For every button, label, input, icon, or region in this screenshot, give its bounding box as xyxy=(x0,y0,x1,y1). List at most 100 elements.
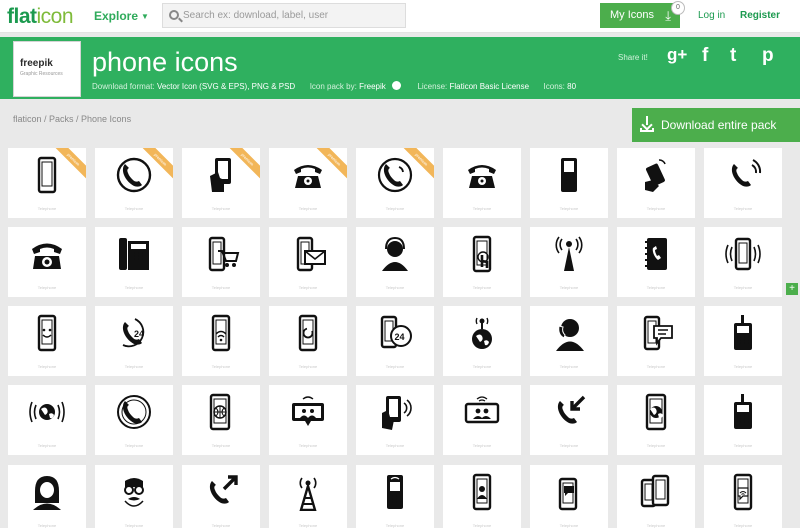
icon-card[interactable]: Telephone xyxy=(704,148,782,218)
phone-globe-icon xyxy=(202,393,240,431)
pack-author-link[interactable]: Freepik xyxy=(359,82,386,91)
mobile-contact-icon xyxy=(463,473,501,511)
brand-tagline: Graphic Resources xyxy=(20,71,63,77)
icons-count-value: 80 xyxy=(567,82,577,91)
icon-card[interactable]: Telephone xyxy=(530,227,608,297)
license-link[interactable]: Flaticon Basic License xyxy=(449,82,529,91)
incoming-call-icon xyxy=(550,393,588,431)
icon-card[interactable]: Telephone premium xyxy=(182,148,260,218)
facebook-icon[interactable]: f xyxy=(702,45,708,67)
icon-card[interactable]: Telephone xyxy=(704,385,782,455)
icon-card[interactable]: 24 Telephone xyxy=(356,306,434,376)
breadcrumb[interactable]: flaticon / Packs / Phone Icons xyxy=(13,114,131,124)
search-bar xyxy=(162,3,406,28)
icon-card[interactable]: Telephone xyxy=(269,385,347,455)
svg-text:24: 24 xyxy=(134,329,144,339)
icon-card[interactable]: Telephone xyxy=(269,306,347,376)
my-icons-button[interactable]: My Icons ⤓ 0 xyxy=(600,1,685,28)
icon-card[interactable]: Telephone xyxy=(95,465,173,528)
icon-card[interactable]: Telephone xyxy=(8,227,86,297)
old-telephone-icon xyxy=(289,156,327,194)
walkie-talkie-icon xyxy=(724,314,762,352)
icon-card[interactable]: Telephone xyxy=(95,385,173,455)
icon-card[interactable]: Telephone xyxy=(617,227,695,297)
icon-card-label: Telephone xyxy=(124,285,144,290)
icon-card[interactable]: Telephone xyxy=(704,306,782,376)
icon-card[interactable]: Telephone xyxy=(8,465,86,528)
icon-card[interactable]: Telephone xyxy=(182,465,260,528)
format-value: Vector Icon (SVG & EPS), PNG & PSD xyxy=(156,82,296,91)
mobile-signal-icon xyxy=(376,473,414,511)
icon-card[interactable]: Telephone xyxy=(617,148,695,218)
icon-card[interactable]: Telephone xyxy=(95,227,173,297)
icon-card[interactable]: Telephone xyxy=(356,385,434,455)
nerd-face-icon xyxy=(115,473,153,511)
call-center-woman-icon xyxy=(28,473,66,511)
phone-wifi-speech-icon xyxy=(724,473,762,511)
icon-card[interactable]: Telephone xyxy=(182,385,260,455)
icon-card[interactable]: Telephone xyxy=(530,385,608,455)
icon-card[interactable]: Telephone premium xyxy=(356,148,434,218)
icon-card-label: Telephone xyxy=(37,443,57,448)
icon-card-label: Telephone xyxy=(385,206,405,211)
icon-card[interactable]: Telephone premium xyxy=(95,148,173,218)
license-icon xyxy=(391,81,401,90)
icon-card[interactable]: Telephone premium xyxy=(8,148,86,218)
icon-card[interactable]: Telephone xyxy=(617,306,695,376)
icon-card[interactable]: Telephone xyxy=(443,148,521,218)
search-input[interactable] xyxy=(183,7,401,24)
search-icon[interactable] xyxy=(169,10,179,20)
icon-card-label: Telephone xyxy=(559,364,579,369)
icon-card[interactable]: Telephone xyxy=(443,306,521,376)
icon-card[interactable]: Telephone xyxy=(530,465,608,528)
icon-card-label: Telephone xyxy=(733,206,753,211)
pinterest-icon[interactable]: p xyxy=(762,45,774,67)
freepik-brand-logo[interactable]: freepik Graphic Resources xyxy=(13,41,81,97)
icon-card[interactable]: Telephone xyxy=(269,465,347,528)
icon-card[interactable]: Telephone xyxy=(617,385,695,455)
download-pack-button[interactable]: Download entire pack xyxy=(632,108,800,142)
icon-card[interactable]: Telephone xyxy=(356,227,434,297)
flaticon-logo[interactable]: flaticon xyxy=(7,5,74,29)
icon-card[interactable]: Telephone xyxy=(530,148,608,218)
icon-card[interactable]: Telephone xyxy=(8,385,86,455)
icon-card-label: Telephone xyxy=(298,443,318,448)
license-label: License: xyxy=(417,82,448,91)
icon-card[interactable]: Telephone xyxy=(269,227,347,297)
explore-menu[interactable]: Explore ▼ xyxy=(94,9,149,23)
icon-card[interactable]: Telephone xyxy=(182,227,260,297)
icon-card[interactable]: Telephone xyxy=(356,465,434,528)
twitter-icon[interactable]: t xyxy=(730,45,736,67)
share-label: Share it! xyxy=(618,53,648,62)
icon-card[interactable]: Telephone xyxy=(704,227,782,297)
icon-card-label: Telephone xyxy=(646,523,666,528)
icon-card[interactable]: Telephone xyxy=(443,465,521,528)
icon-card[interactable]: Telephone xyxy=(443,227,521,297)
icon-card[interactable]: Telephone xyxy=(617,465,695,528)
icon-card[interactable]: Telephone xyxy=(8,306,86,376)
icon-card-label: Telephone xyxy=(211,523,231,528)
icon-card-label: Telephone xyxy=(211,285,231,290)
icon-card-label: Telephone xyxy=(124,523,144,528)
icon-card[interactable]: Telephone xyxy=(443,385,521,455)
icon-card-label: Telephone xyxy=(646,285,666,290)
google-plus-icon[interactable]: g+ xyxy=(667,45,687,65)
icon-card-label: Telephone xyxy=(124,206,144,211)
phone-call-circle-icon xyxy=(376,156,414,194)
login-link[interactable]: Log in xyxy=(698,10,725,21)
icon-card[interactable]: Telephone xyxy=(530,306,608,376)
register-link[interactable]: Register xyxy=(740,10,780,21)
smartphone-icon xyxy=(28,156,66,194)
icon-card[interactable]: Telephone xyxy=(704,465,782,528)
icon-card[interactable]: Telephone xyxy=(182,306,260,376)
icon-card-label: Telephone xyxy=(646,206,666,211)
phone-loading-icon xyxy=(289,314,327,352)
icon-card-label: Telephone xyxy=(559,285,579,290)
phone-circle-waves-icon xyxy=(115,393,153,431)
icon-card-label: Telephone xyxy=(298,285,318,290)
icon-card-label: Telephone xyxy=(472,364,492,369)
mobile-mail-icon xyxy=(289,235,327,273)
icon-card[interactable]: 24 Telephone xyxy=(95,306,173,376)
icon-card-label: Telephone xyxy=(124,364,144,369)
icon-card[interactable]: Telephone premium xyxy=(269,148,347,218)
